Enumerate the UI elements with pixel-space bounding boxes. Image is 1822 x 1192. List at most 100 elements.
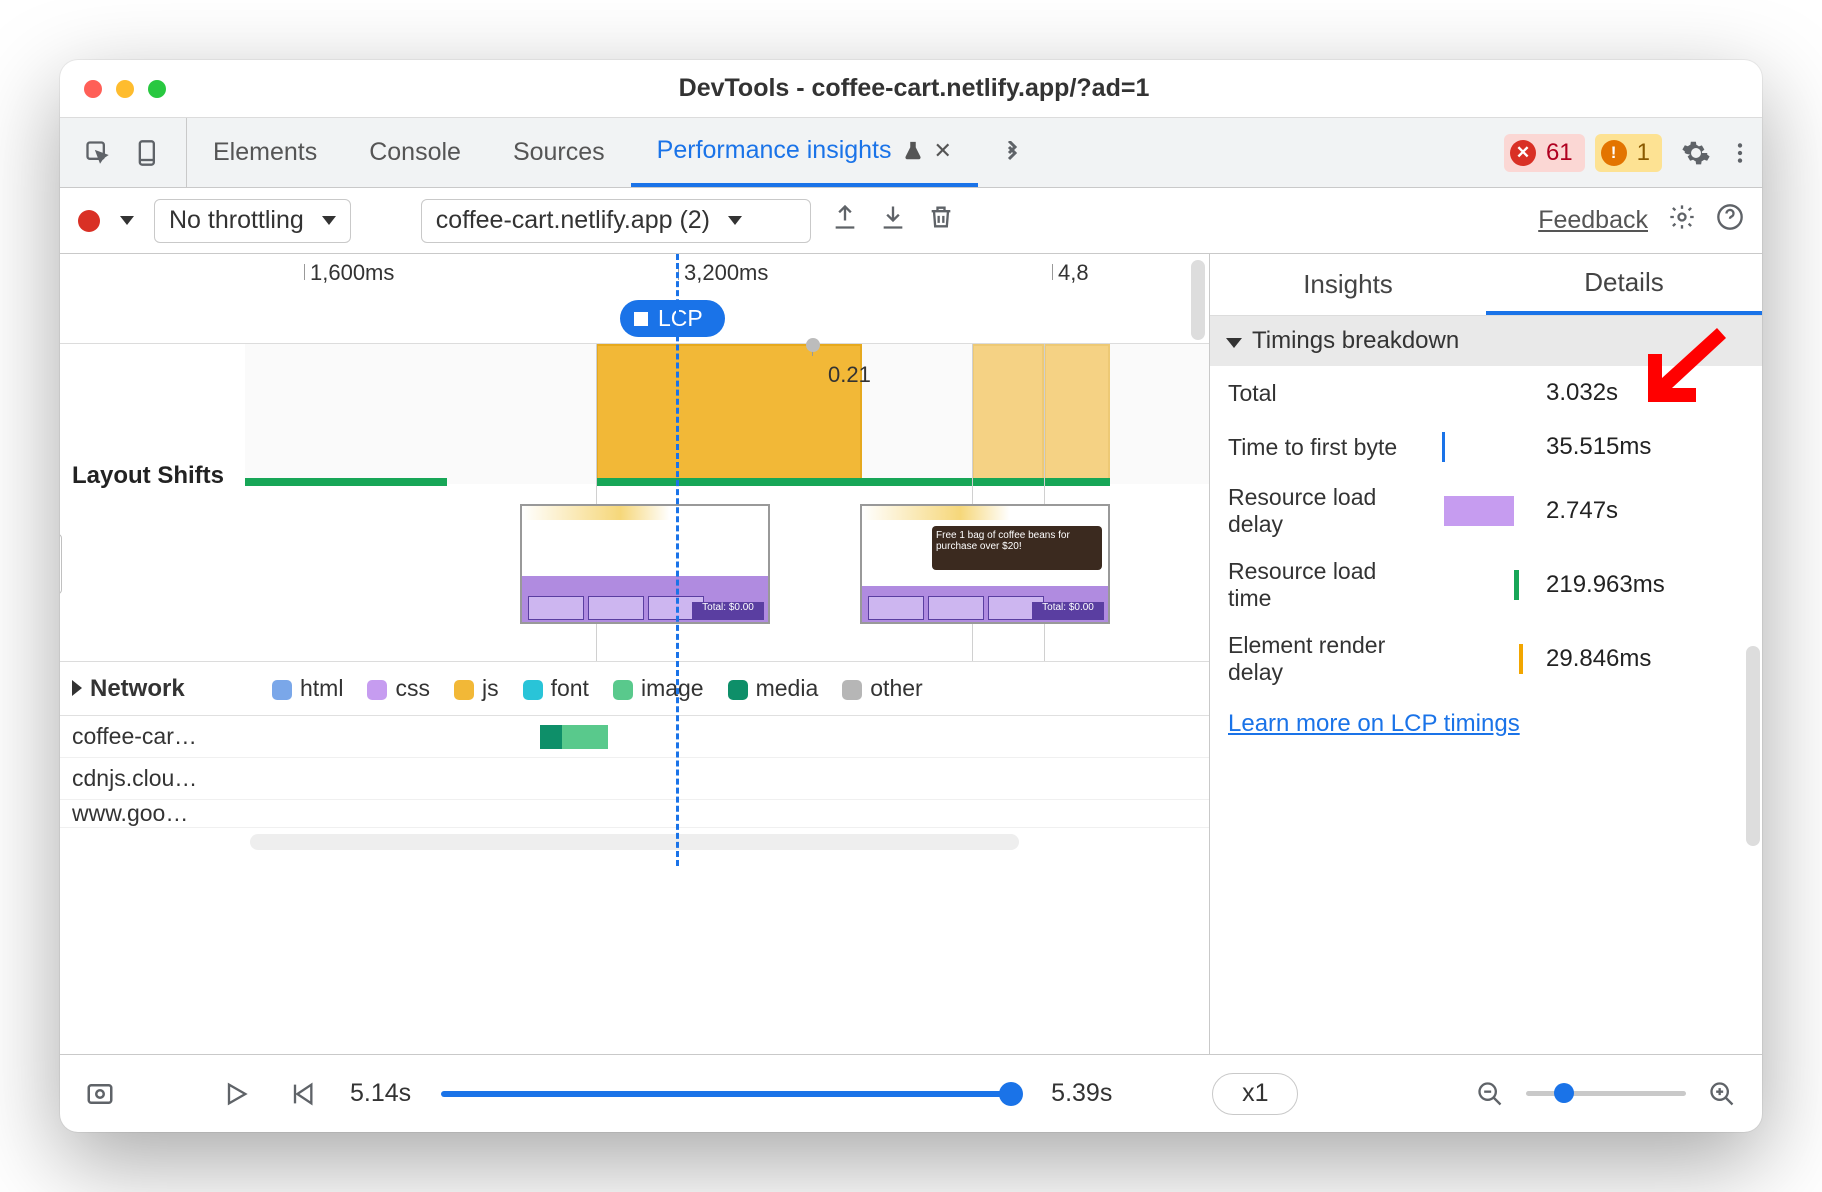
delete-icon[interactable]	[927, 203, 955, 238]
import-icon[interactable]	[879, 203, 907, 238]
tab-performance-insights[interactable]: Performance insights ✕	[631, 118, 978, 187]
horizontal-scrollbar[interactable]	[250, 834, 1019, 850]
traffic-lights	[60, 80, 166, 98]
panel-settings-icon[interactable]	[1668, 203, 1696, 238]
zoom-handle[interactable]	[1554, 1083, 1574, 1103]
legend-css: css	[367, 675, 430, 702]
tracks-scrollbar[interactable]	[1191, 260, 1205, 340]
tab-console[interactable]: Console	[343, 118, 487, 187]
close-tab-icon[interactable]: ✕	[934, 138, 952, 164]
zoom-out-button[interactable]	[1472, 1076, 1508, 1112]
timing-value: 35.515ms	[1546, 433, 1651, 461]
tab-label: Elements	[213, 138, 317, 167]
export-icon[interactable]	[831, 203, 859, 238]
throttling-value: No throttling	[169, 206, 304, 235]
throttling-select[interactable]: No throttling	[154, 199, 351, 243]
timing-value: 29.846ms	[1546, 645, 1651, 673]
warning-count: 1	[1637, 139, 1650, 167]
learn-more-link[interactable]: Learn more on LCP timings	[1210, 696, 1762, 752]
lane-label: Layout Shifts	[72, 462, 232, 490]
thumb-total: Total: $0.00	[1032, 602, 1104, 620]
caret-right-icon	[72, 675, 82, 703]
side-tab-details[interactable]: Details	[1486, 254, 1762, 315]
dropdown-icon	[322, 216, 336, 225]
playhead[interactable]	[676, 254, 679, 866]
side-scrollbar[interactable]	[1746, 646, 1760, 846]
network-host: coffee-car…	[72, 723, 197, 750]
minimize-window-button[interactable]	[116, 80, 134, 98]
cls-block[interactable]	[596, 344, 862, 484]
recording-toolbar: No throttling coffee-cart.netlify.app (2…	[60, 188, 1762, 254]
network-header[interactable]: Network	[72, 675, 248, 703]
toggle-side-panel-button[interactable]: ›	[60, 534, 62, 594]
time-tick: 3,200ms	[684, 260, 768, 286]
timing-value: 3.032s	[1546, 379, 1618, 407]
network-label: Network	[90, 675, 185, 703]
record-options-dropdown[interactable]	[120, 216, 134, 225]
playback-bar: 5.14s 5.39s x1	[60, 1054, 1762, 1132]
network-host: cdnjs.clou…	[72, 765, 197, 792]
network-row[interactable]: coffee-car…	[60, 716, 1209, 758]
error-count: 61	[1546, 139, 1573, 167]
tab-label: Performance insights	[657, 136, 892, 165]
lcp-marker[interactable]: LCP	[620, 300, 725, 337]
errors-badge[interactable]: ✕61	[1504, 134, 1585, 172]
device-toolbar-icon[interactable]	[130, 135, 166, 171]
record-button[interactable]	[78, 210, 100, 232]
timing-label: Element render delay	[1228, 632, 1424, 686]
devtools-tabs-bar: Elements Console Sources Performance ins…	[60, 118, 1762, 188]
timing-value: 219.963ms	[1546, 571, 1665, 599]
cls-value: 0.21	[828, 362, 871, 388]
main-panel: 1,600ms 3,200ms 4,8 LCP Layout Shifts	[60, 254, 1762, 1054]
side-tab-label: Insights	[1303, 269, 1393, 300]
macos-titlebar: DevTools - coffee-cart.netlify.app/?ad=1	[60, 60, 1762, 118]
panel-tabs: Elements Console Sources Performance ins…	[187, 118, 978, 187]
screenshot-thumb[interactable]: Free 1 bag of coffee beans for purchase …	[860, 504, 1110, 624]
time-tick: 1,600ms	[310, 260, 394, 286]
tab-elements[interactable]: Elements	[187, 118, 343, 187]
more-options-icon[interactable]	[1718, 140, 1762, 166]
close-window-button[interactable]	[84, 80, 102, 98]
timing-row: Element render delay 29.846ms	[1210, 622, 1762, 696]
slider-handle[interactable]	[999, 1082, 1023, 1106]
dropdown-icon	[728, 216, 742, 225]
zoom-in-button[interactable]	[1704, 1076, 1740, 1112]
lcp-label: LCP	[658, 305, 703, 332]
zoom-slider[interactable]	[1526, 1091, 1686, 1096]
screenshot-thumb[interactable]: Total: $0.00	[520, 504, 770, 624]
timing-row: Time to first byte35.515ms	[1210, 420, 1762, 474]
page-select-value: coffee-cart.netlify.app (2)	[436, 206, 710, 235]
play-button[interactable]	[218, 1076, 254, 1112]
layout-shifts-lane: Layout Shifts 0.21 Tota	[60, 344, 1209, 662]
feedback-link[interactable]: Feedback	[1538, 206, 1648, 235]
network-host: www.goo…	[72, 800, 188, 827]
side-tab-insights[interactable]: Insights	[1210, 254, 1486, 315]
stop-icon	[634, 312, 648, 326]
tab-sources[interactable]: Sources	[487, 118, 631, 187]
timeline-ruler[interactable]: 1,600ms 3,200ms 4,8 LCP	[60, 254, 1209, 344]
preview-toggle-icon[interactable]	[82, 1076, 118, 1112]
playback-speed[interactable]: x1	[1212, 1073, 1298, 1115]
cls-block[interactable]	[1044, 344, 1110, 484]
timing-bar	[1442, 568, 1528, 602]
cls-block[interactable]	[972, 344, 1044, 484]
side-tab-label: Details	[1584, 267, 1663, 298]
legend-html: html	[272, 675, 343, 702]
network-row[interactable]: cdnjs.clou…	[60, 758, 1209, 800]
warnings-badge[interactable]: !1	[1595, 134, 1662, 172]
section-title: Timings breakdown	[1252, 327, 1459, 355]
cls-handle[interactable]	[806, 338, 820, 352]
time-slider[interactable]	[441, 1091, 1021, 1097]
inspect-element-icon[interactable]	[80, 135, 116, 171]
cls-good-line	[596, 478, 1110, 486]
maximize-window-button[interactable]	[148, 80, 166, 98]
current-time: 5.14s	[350, 1079, 411, 1108]
speed-value: x1	[1242, 1079, 1268, 1108]
more-tabs-button[interactable]	[978, 141, 1046, 165]
flask-icon	[902, 140, 924, 162]
help-icon[interactable]	[1716, 203, 1744, 238]
rewind-button[interactable]	[284, 1076, 320, 1112]
page-select[interactable]: coffee-cart.netlify.app (2)	[421, 199, 811, 243]
network-row[interactable]: www.goo…	[60, 800, 1209, 828]
settings-icon[interactable]	[1674, 138, 1718, 168]
